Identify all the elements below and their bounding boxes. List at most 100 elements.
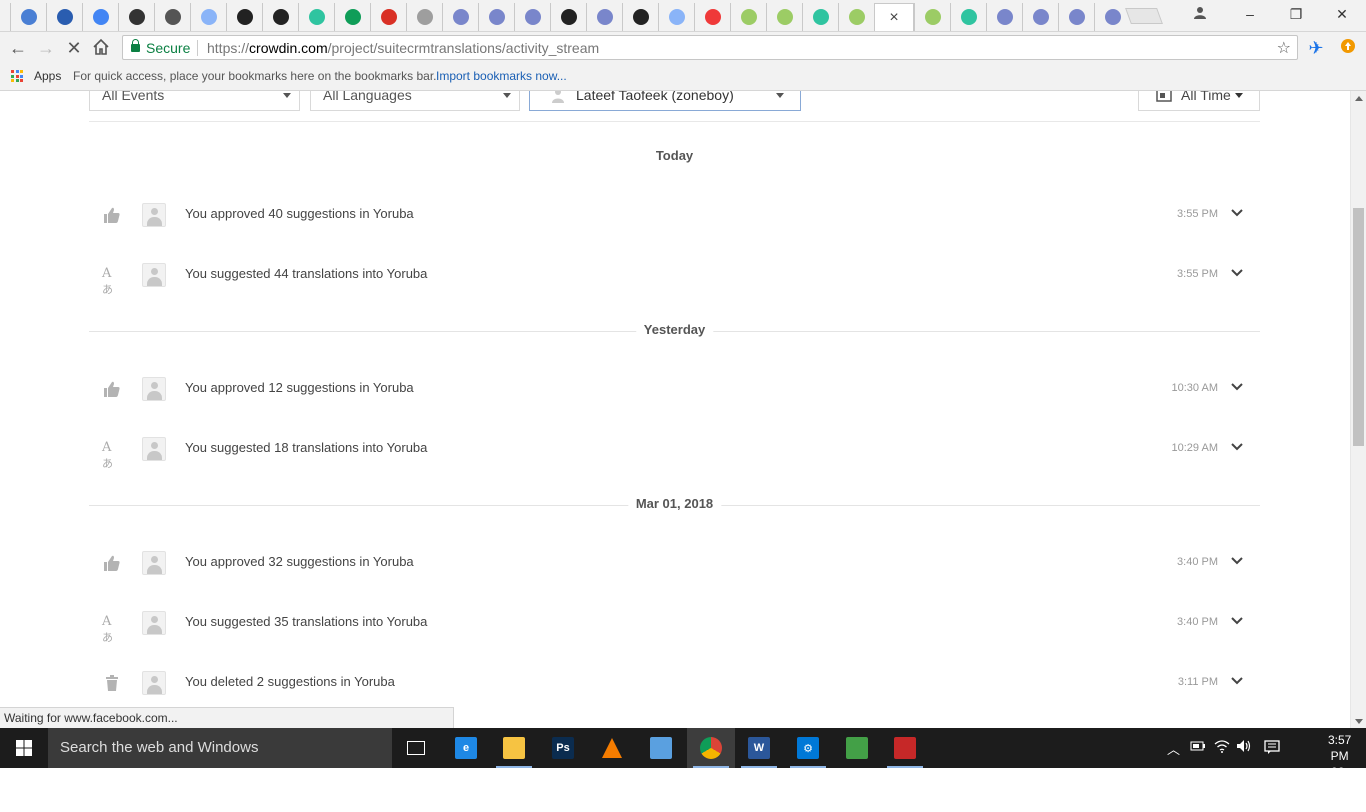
secure-indicator[interactable]: Secure xyxy=(131,39,190,56)
taskbar-clock[interactable]: 3:57 PM 06-Mar-18 xyxy=(1327,732,1352,812)
url-text[interactable]: https://crowdin.com/project/suitecrmtran… xyxy=(207,40,599,56)
battery-icon[interactable] xyxy=(1190,740,1206,755)
leaf-icon xyxy=(740,9,757,25)
activity-row[interactable]: Aあ You suggested 35 translations into Yor… xyxy=(89,602,1260,644)
browser-tab[interactable] xyxy=(658,3,694,31)
chevron-down-icon xyxy=(283,93,291,98)
wifi-icon[interactable] xyxy=(1214,739,1230,756)
taskbar-settings-button[interactable]: ⚙ xyxy=(784,728,832,768)
browser-tab[interactable] xyxy=(586,3,622,31)
activity-row[interactable]: You approved 40 suggestions in Yoruba 3:5… xyxy=(89,194,1260,234)
time-filter-dropdown[interactable]: All Time xyxy=(1138,91,1260,111)
notifications-icon[interactable] xyxy=(1264,740,1280,757)
apps-grid-icon[interactable] xyxy=(11,70,23,82)
browser-tab[interactable] xyxy=(1022,3,1058,31)
browser-tab[interactable] xyxy=(190,3,226,31)
chevron-down-icon[interactable] xyxy=(1230,674,1244,688)
back-arrow-icon[interactable]: ← xyxy=(8,38,28,58)
chevron-down-icon[interactable] xyxy=(1230,206,1244,220)
activity-row[interactable]: Aあ You suggested 44 translations into Yor… xyxy=(89,254,1260,296)
browser-tab[interactable] xyxy=(514,3,550,31)
chevron-down-icon[interactable] xyxy=(1230,380,1244,394)
minimize-button[interactable]: – xyxy=(1238,4,1262,24)
taskbar-word-button[interactable]: W xyxy=(735,728,783,768)
taskbar-file-explorer-button[interactable] xyxy=(490,728,538,768)
activity-row[interactable]: Aあ You suggested 18 translations into Yor… xyxy=(89,428,1260,470)
user-filter-dropdown[interactable]: Lateef Taofeek (zoneboy) xyxy=(529,91,801,111)
eye-icon xyxy=(596,9,613,25)
close-tab-icon[interactable]: × xyxy=(889,9,898,27)
browser-tab[interactable] xyxy=(550,3,586,31)
browser-tab[interactable] xyxy=(370,3,406,31)
taskbar-chrome-button[interactable] xyxy=(687,728,735,768)
events-filter-dropdown[interactable]: All Events xyxy=(89,91,300,111)
activity-row[interactable]: You approved 32 suggestions in Yoruba 3:4… xyxy=(89,542,1260,582)
browser-tab[interactable] xyxy=(986,3,1022,31)
file-explorer-icon xyxy=(503,737,525,759)
active-browser-tab[interactable]: × xyxy=(874,3,914,31)
browser-tab[interactable] xyxy=(154,3,190,31)
taskbar-vlc-button[interactable] xyxy=(588,728,636,768)
apps-link[interactable]: Apps xyxy=(34,69,61,83)
import-bookmarks-link[interactable]: Import bookmarks now... xyxy=(436,69,567,83)
taskbar-task-view-button[interactable] xyxy=(392,728,440,768)
browser-tab[interactable] xyxy=(226,3,262,31)
browser-tab[interactable] xyxy=(802,3,838,31)
stop-loading-icon[interactable]: ✕ xyxy=(64,38,84,58)
browser-tab[interactable] xyxy=(298,3,334,31)
extension-update-icon[interactable] xyxy=(1338,38,1358,58)
chevron-down-icon xyxy=(503,93,511,98)
activity-row[interactable]: You approved 12 suggestions in Yoruba 10:… xyxy=(89,368,1260,408)
activity-text: You approved 32 suggestions in Yoruba xyxy=(185,554,414,569)
taskbar-control-panel-button[interactable] xyxy=(637,728,685,768)
browser-tab[interactable] xyxy=(730,3,766,31)
scrollbar-thumb[interactable] xyxy=(1353,208,1364,446)
browser-tab[interactable] xyxy=(442,3,478,31)
taskbar-photoshop-button[interactable]: Ps xyxy=(539,728,587,768)
browser-tab[interactable] xyxy=(838,3,874,31)
taskbar-search-box[interactable]: Search the web and Windows xyxy=(48,728,392,768)
address-bar[interactable]: Secure https://crowdin.com/project/suite… xyxy=(122,35,1298,60)
chevron-down-icon[interactable] xyxy=(1230,440,1244,454)
extension-plane-icon[interactable]: ✈ xyxy=(1306,38,1326,58)
browser-tab[interactable] xyxy=(478,3,514,31)
activity-row[interactable]: You deleted 2 suggestions in Yoruba 3:11 … xyxy=(89,662,1260,702)
browser-tab[interactable] xyxy=(334,3,370,31)
browser-tab[interactable] xyxy=(82,3,118,31)
events-filter-value: All Events xyxy=(102,91,165,103)
bookmark-star-icon[interactable]: ☆ xyxy=(1277,38,1291,58)
profile-icon[interactable] xyxy=(1188,4,1212,24)
avatar xyxy=(142,203,166,227)
browser-tab[interactable] xyxy=(46,3,82,31)
browser-tab[interactable] xyxy=(406,3,442,31)
browser-tab[interactable] xyxy=(622,3,658,31)
scroll-up-arrow-icon[interactable] xyxy=(1355,96,1363,101)
start-button[interactable] xyxy=(0,728,48,768)
browser-tab[interactable] xyxy=(766,3,802,31)
taskbar-paint-app-button[interactable] xyxy=(881,728,929,768)
forward-arrow-icon[interactable]: → xyxy=(36,38,56,58)
browser-tab[interactable] xyxy=(10,3,46,31)
scroll-down-arrow-icon[interactable] xyxy=(1355,719,1363,724)
avatar xyxy=(142,263,166,287)
tray-chevron-up-icon[interactable]: ︿ xyxy=(1167,739,1180,758)
new-tab-button[interactable] xyxy=(1125,8,1163,24)
page-scrollbar[interactable] xyxy=(1350,91,1366,728)
volume-icon[interactable] xyxy=(1236,739,1252,756)
browser-tab[interactable] xyxy=(1058,3,1094,31)
chevron-down-icon[interactable] xyxy=(1230,614,1244,628)
browser-tab[interactable] xyxy=(694,3,730,31)
browser-tab[interactable] xyxy=(262,3,298,31)
chevron-down-icon[interactable] xyxy=(1230,266,1244,280)
taskbar-edge-button[interactable]: e xyxy=(442,728,490,768)
home-icon[interactable] xyxy=(91,38,111,58)
languages-filter-dropdown[interactable]: All Languages xyxy=(310,91,520,111)
browser-tab[interactable] xyxy=(950,3,986,31)
chevron-down-icon[interactable] xyxy=(1230,554,1244,568)
close-window-button[interactable]: ✕ xyxy=(1330,4,1354,24)
browser-tab[interactable] xyxy=(914,3,950,31)
taskbar-globe-app-button[interactable] xyxy=(833,728,881,768)
codeship-icon xyxy=(200,9,217,25)
browser-tab[interactable] xyxy=(118,3,154,31)
maximize-button[interactable]: ❐ xyxy=(1284,4,1308,24)
